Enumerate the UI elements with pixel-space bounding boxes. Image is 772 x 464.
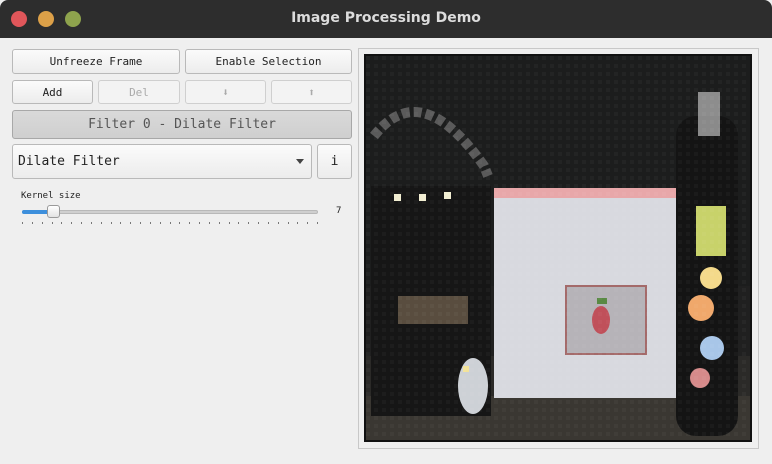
slider-tick: [218, 222, 220, 224]
slider-tick: [140, 222, 141, 224]
window-title: Image Processing Demo: [291, 10, 481, 26]
slider-tick: [277, 222, 279, 224]
enable-selection-button[interactable]: Enable Selection: [185, 49, 352, 74]
slider-tick: [258, 222, 259, 224]
slider-tick: [110, 222, 112, 224]
slider-tick: [248, 222, 250, 224]
kernel-size-label: Kernel size: [21, 191, 81, 201]
slider-tick: [71, 222, 73, 224]
add-filter-button[interactable]: Add: [12, 80, 93, 104]
move-up-button[interactable]: ⬆: [271, 80, 352, 104]
filter-title-button[interactable]: Filter 0 - Dilate Filter: [12, 110, 352, 139]
app-window: Image Processing Demo Unfreeze Frame Ena…: [0, 0, 772, 464]
chevron-down-icon: [296, 159, 304, 164]
filter-info-button[interactable]: i: [317, 144, 352, 179]
slider-tick: [51, 222, 53, 224]
slider-tick: [41, 222, 43, 224]
slider-tick: [130, 222, 132, 224]
camera-frame-image: [366, 56, 750, 440]
slider-tick: [179, 222, 181, 224]
slider-tick: [238, 222, 240, 224]
slider-tick: [120, 222, 122, 224]
slider-tick: [199, 222, 200, 224]
slider-tick: [297, 222, 299, 224]
slider-tick: [61, 222, 63, 224]
title-bar: Image Processing Demo: [0, 0, 772, 38]
slider-tick: [307, 222, 309, 224]
kernel-size-value: 7: [336, 206, 342, 216]
slider-tick: [267, 222, 269, 224]
slider-handle[interactable]: [47, 205, 61, 218]
slider-tick: [169, 222, 171, 224]
move-down-button[interactable]: ⬇: [185, 80, 266, 104]
delete-filter-button[interactable]: Del: [98, 80, 180, 104]
slider-tick: [90, 222, 92, 224]
slider-tick: [317, 222, 318, 224]
slider-ticks: [22, 222, 318, 225]
slider-tick: [159, 222, 161, 224]
slider-tick: [149, 222, 151, 224]
slider-tick: [22, 222, 23, 224]
filter-type-select[interactable]: Dilate Filter: [12, 144, 312, 179]
slider-tick: [100, 222, 102, 224]
camera-frame[interactable]: [364, 54, 752, 442]
slider-tick: [208, 222, 210, 224]
filter-type-value: Dilate Filter: [18, 154, 120, 169]
unfreeze-frame-button[interactable]: Unfreeze Frame: [12, 49, 180, 74]
kernel-size-slider[interactable]: [22, 210, 318, 214]
slider-tick: [228, 222, 230, 224]
slider-tick: [189, 222, 191, 224]
slider-tick: [81, 222, 82, 224]
slider-tick: [31, 222, 33, 224]
slider-tick: [287, 222, 289, 224]
